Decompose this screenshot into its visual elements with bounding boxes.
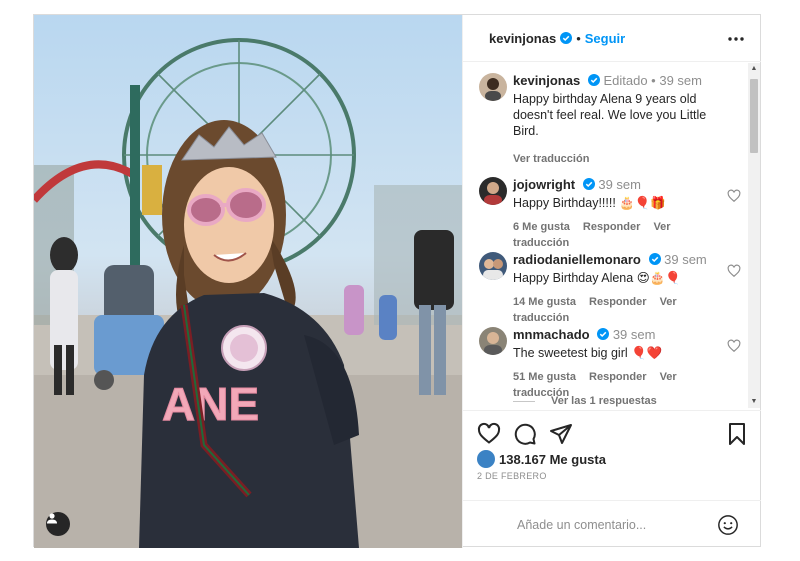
follow-button[interactable]: Seguir [585,31,625,46]
avatar[interactable] [479,252,507,280]
meta-separator: • [651,73,656,88]
verified-badge-icon [648,253,661,265]
avatar-image [479,327,507,355]
more-options-icon[interactable] [727,30,745,48]
heart-icon[interactable] [727,339,741,353]
avatar-image [479,177,507,205]
likes-count: 138.167 Me gusta [499,451,606,467]
comment-author[interactable]: radiodaniellemonaro [513,252,641,267]
comment-author[interactable]: mnmachado [513,327,590,342]
paper-plane-icon[interactable] [549,422,573,446]
replies-divider [513,400,535,402]
avatar[interactable] [479,327,507,355]
avatar[interactable] [479,73,507,101]
reply-button[interactable]: Responder [583,221,640,233]
comment-text: The sweetest big girl 🎈❤️ [513,346,663,360]
post-action-bar [463,410,761,450]
edited-label: Editado [603,73,648,88]
caption-author[interactable]: kevinjonas [513,73,580,88]
verified-badge-icon [560,32,573,44]
scroll-thumb[interactable] [750,79,758,153]
comment-body: radiodaniellemonaro 39 sem Happy Birthda… [513,252,725,326]
author-username[interactable]: kevinjonas [489,31,556,46]
caption-body: kevinjonas Editado • 39 sem Happy birthd… [513,73,725,167]
reply-button[interactable]: Responder [589,296,646,308]
avatar-image [479,73,507,101]
comment-author[interactable]: jojowright [513,177,575,192]
comment-time[interactable]: 39 sem [613,327,656,342]
translate-link[interactable]: Ver traducción [513,153,589,165]
comment-time[interactable]: 39 sem [664,252,707,267]
post-side-panel: kevinjonas • Seguir kevinjonas Editado •… [462,15,761,548]
comment-input[interactable] [517,515,717,535]
svg-text:ANE: ANE [162,378,259,430]
likes-summary[interactable]: 138.167 Me gusta [477,450,606,468]
comment-body: mnmachado 39 sem The sweetest big girl 🎈… [513,327,725,401]
caption-text: Happy birthday Alena 9 years old doesn't… [513,92,707,138]
comment-text: Happy Birthday!!!!! 🎂🎈🎁 [513,196,666,210]
post-photo[interactable]: ANE [34,15,462,548]
scroll-up-arrow-icon[interactable]: ▲ [748,63,760,75]
comment-body: jojowright 39 sem Happy Birthday!!!!! 🎂🎈… [513,177,725,251]
emoji-icon[interactable] [717,514,739,536]
bookmark-icon[interactable] [725,422,749,446]
header-separator: • [576,30,581,46]
comment-text: Happy Birthday Alena 😍🎂🎈 [513,271,681,285]
person-icon [47,513,57,524]
comment-likes[interactable]: 6 Me gusta [513,221,570,233]
comments-scrollbar[interactable]: ▲ ▼ [748,63,760,408]
post-header: kevinjonas • Seguir [463,15,761,62]
post-date[interactable]: 2 DE FEBRERO [477,471,547,481]
comment-icon[interactable] [513,422,537,446]
liker-avatar [477,450,495,468]
photo-illustration: ANE [34,38,462,548]
heart-icon[interactable] [727,189,741,203]
comment-likes[interactable]: 14 Me gusta [513,296,576,308]
avatar-image [479,252,507,280]
view-replies-label: Ver las 1 respuestas [551,395,657,407]
verified-badge-icon [582,178,595,190]
user-tag-icon[interactable] [46,512,70,536]
heart-icon[interactable] [477,422,501,446]
view-replies-link[interactable]: Ver las 1 respuestas [513,395,657,407]
add-comment-bar [463,500,761,548]
comment-time[interactable]: 39 sem [598,177,641,192]
comment-likes[interactable]: 51 Me gusta [513,371,576,383]
verified-badge-icon [587,74,600,86]
instagram-post: ANE kevinjonas • Seguir kevinjonas Edita… [33,14,761,548]
verified-badge-icon [597,328,610,340]
scroll-down-arrow-icon[interactable]: ▼ [748,396,760,408]
caption-time[interactable]: 39 sem [659,73,702,88]
reply-button[interactable]: Responder [589,371,646,383]
avatar[interactable] [479,177,507,205]
heart-icon[interactable] [727,264,741,278]
comments-list[interactable]: kevinjonas Editado • 39 sem Happy birthd… [463,63,761,408]
